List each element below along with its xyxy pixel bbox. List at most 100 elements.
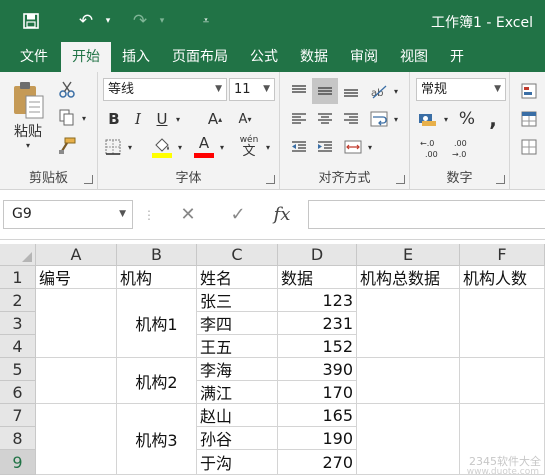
- tab-review[interactable]: 审阅: [339, 42, 389, 72]
- number-format-select[interactable]: 常规 ▼: [416, 78, 506, 101]
- align-center-icon[interactable]: [314, 108, 336, 130]
- name-cell[interactable]: 满江: [197, 381, 278, 404]
- value-cell[interactable]: 270: [278, 450, 357, 475]
- align-middle-icon[interactable]: [312, 78, 338, 104]
- tab-file[interactable]: 文件: [0, 42, 61, 72]
- column-header-b[interactable]: B: [117, 244, 197, 266]
- row-header-9[interactable]: 9: [0, 450, 36, 475]
- cell-styles-icon[interactable]: [518, 136, 540, 158]
- tab-view[interactable]: 视图: [389, 42, 439, 72]
- formula-bar-splitter-icon[interactable]: ⋮: [142, 200, 156, 229]
- borders-dropdown-icon[interactable]: ▾: [124, 136, 136, 158]
- name-cell[interactable]: 张三: [197, 289, 278, 312]
- redo-dropdown-icon[interactable]: ▾: [155, 9, 169, 33]
- font-launcher-icon[interactable]: [266, 175, 275, 184]
- merge-dropdown-icon[interactable]: ▾: [390, 108, 402, 130]
- row-header-6[interactable]: 6: [0, 381, 36, 404]
- format-painter-icon[interactable]: [56, 136, 78, 156]
- column-header-f[interactable]: F: [460, 244, 545, 266]
- align-bottom-icon[interactable]: [340, 80, 362, 102]
- cell-a-group3[interactable]: [36, 404, 117, 475]
- formula-input[interactable]: [308, 200, 545, 229]
- font-color-dropdown-icon[interactable]: ▾: [216, 136, 228, 158]
- tab-developer[interactable]: 开: [439, 42, 475, 72]
- column-header-e[interactable]: E: [357, 244, 460, 266]
- tab-insert[interactable]: 插入: [111, 42, 161, 72]
- header-cell-e[interactable]: 机构总数据: [357, 266, 460, 289]
- increase-decimal-icon[interactable]: ←.0.00: [418, 136, 444, 160]
- floppy-disk-icon[interactable]: [18, 9, 44, 33]
- row-header-5[interactable]: 5: [0, 358, 36, 381]
- borders-icon[interactable]: [102, 136, 124, 158]
- value-cell[interactable]: 231: [278, 312, 357, 335]
- header-cell-c[interactable]: 姓名: [197, 266, 278, 289]
- font-name-select[interactable]: 等线 ▼: [103, 78, 227, 101]
- merge-center-icon[interactable]: [342, 136, 364, 158]
- name-cell[interactable]: 赵山: [197, 404, 278, 427]
- value-cell[interactable]: 165: [278, 404, 357, 427]
- percent-style-button[interactable]: %: [456, 108, 478, 130]
- name-box[interactable]: G9 ▼: [3, 200, 133, 229]
- merge-center-dropdown-icon[interactable]: ▾: [364, 136, 376, 158]
- paste-button[interactable]: 粘贴: [8, 122, 48, 140]
- cut-scissors-icon[interactable]: [56, 80, 78, 100]
- column-header-c[interactable]: C: [197, 244, 278, 266]
- value-cell[interactable]: 152: [278, 335, 357, 358]
- font-color-button[interactable]: A: [192, 134, 216, 160]
- cell-e-group2[interactable]: [357, 358, 460, 404]
- bold-button[interactable]: B: [104, 108, 124, 130]
- undo-icon[interactable]: ↶: [72, 9, 100, 33]
- value-cell[interactable]: 123: [278, 289, 357, 312]
- decrease-indent-icon[interactable]: [288, 136, 310, 158]
- accounting-format-icon[interactable]: [416, 108, 440, 130]
- row-header-8[interactable]: 8: [0, 427, 36, 450]
- number-launcher-icon[interactable]: [496, 175, 505, 184]
- decrease-decimal-icon[interactable]: .00 →.0: [450, 136, 476, 160]
- grow-font-button[interactable]: A ▴: [204, 108, 226, 130]
- font-size-select[interactable]: 11 ▼: [229, 78, 275, 101]
- underline-button[interactable]: U: [152, 108, 172, 130]
- underline-dropdown-icon[interactable]: ▾: [172, 108, 184, 130]
- copy-dropdown-icon[interactable]: ▾: [78, 108, 90, 128]
- fill-color-dropdown-icon[interactable]: ▾: [174, 136, 186, 158]
- select-all-button[interactable]: [0, 244, 36, 266]
- cell-f-group1[interactable]: [460, 289, 545, 358]
- column-header-a[interactable]: A: [36, 244, 117, 266]
- merged-org-cell[interactable]: 机构3: [117, 404, 197, 475]
- value-cell[interactable]: 170: [278, 381, 357, 404]
- fill-color-button[interactable]: [150, 134, 174, 160]
- redo-icon[interactable]: ↷: [126, 9, 154, 33]
- enter-entry-button[interactable]: ✓: [220, 200, 256, 229]
- align-left-icon[interactable]: [288, 108, 310, 130]
- column-header-d[interactable]: D: [278, 244, 357, 266]
- insert-function-button[interactable]: fx: [262, 200, 302, 229]
- row-header-3[interactable]: 3: [0, 312, 36, 335]
- value-cell[interactable]: 190: [278, 427, 357, 450]
- cell-f-group2[interactable]: [460, 358, 545, 404]
- header-cell-a[interactable]: 编号: [36, 266, 117, 289]
- tab-page-layout[interactable]: 页面布局: [161, 42, 239, 72]
- name-cell[interactable]: 李四: [197, 312, 278, 335]
- name-cell[interactable]: 王五: [197, 335, 278, 358]
- shrink-font-button[interactable]: A ▾: [234, 108, 256, 130]
- tab-data[interactable]: 数据: [289, 42, 339, 72]
- name-cell[interactable]: 李海: [197, 358, 278, 381]
- phonetic-dropdown-icon[interactable]: ▾: [262, 136, 274, 158]
- cell-a-group2[interactable]: [36, 358, 117, 404]
- row-header-4[interactable]: 4: [0, 335, 36, 358]
- cancel-entry-button[interactable]: ✕: [170, 200, 206, 229]
- conditional-formatting-icon[interactable]: [518, 80, 540, 102]
- customize-quick-access-icon[interactable]: ⩡: [196, 9, 216, 33]
- header-cell-b[interactable]: 机构: [117, 266, 197, 289]
- clipboard-paste-icon[interactable]: [8, 78, 48, 122]
- clipboard-launcher-icon[interactable]: [84, 175, 93, 184]
- merged-org-cell[interactable]: 机构2: [117, 358, 197, 404]
- copy-icon[interactable]: [56, 108, 78, 128]
- align-top-icon[interactable]: [288, 80, 310, 102]
- accounting-dropdown-icon[interactable]: ▾: [440, 108, 452, 130]
- cell-a-group1[interactable]: [36, 289, 117, 358]
- text-orientation-dropdown-icon[interactable]: ▾: [390, 80, 402, 102]
- header-cell-d[interactable]: 数据: [278, 266, 357, 289]
- increase-indent-icon[interactable]: [314, 136, 336, 158]
- paste-dropdown-icon[interactable]: ▾: [22, 140, 34, 150]
